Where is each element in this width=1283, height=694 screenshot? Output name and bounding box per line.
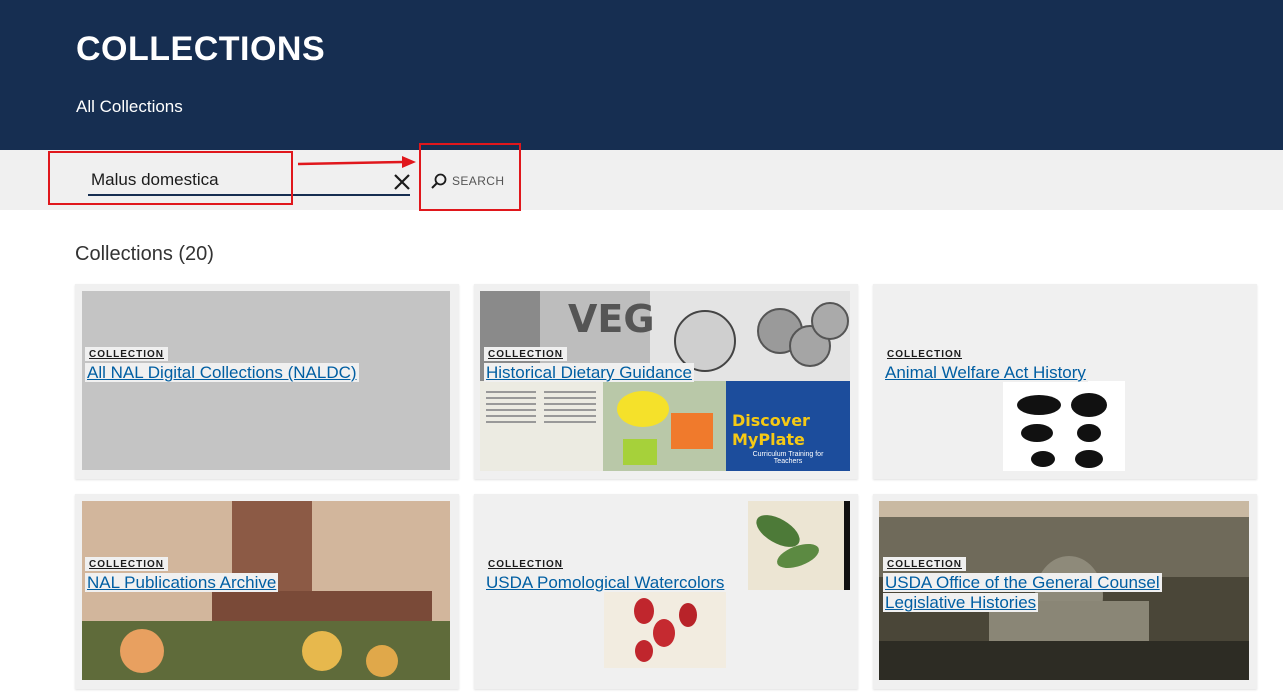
collection-title-link[interactable]: USDA Office of the General Counsel Legis… [883, 573, 1162, 612]
collection-card-naldc[interactable]: COLLECTION All NAL Digital Collections (… [75, 284, 459, 479]
clear-search-button[interactable] [392, 171, 412, 193]
search-button[interactable]: SEARCH [430, 170, 510, 192]
card-thumbnail-strawberries [604, 591, 726, 668]
collection-title-link[interactable]: All NAL Digital Collections (NALDC) [85, 363, 359, 382]
collection-tag: COLLECTION [484, 557, 567, 571]
collection-tag: COLLECTION [85, 347, 168, 361]
collection-title-link[interactable]: Historical Dietary Guidance [484, 363, 694, 382]
page-header: COLLECTIONS All Collections [0, 0, 1283, 150]
search-icon [431, 173, 447, 189]
card-thumbnail-doc [480, 381, 603, 471]
collection-card-pomological-watercolors[interactable]: COLLECTION USDA Pomological Watercolors [474, 494, 858, 689]
thumb-myplate-caption: Curriculum Training for Teachers [752, 451, 824, 465]
card-thumbnail-leaves [748, 501, 850, 590]
thumb-myplate-text: Discover MyPlate [732, 411, 810, 449]
collection-tag: COLLECTION [883, 347, 966, 361]
collection-card-dietary-guidance[interactable]: VEG Discover MyPlate Curriculum Training… [474, 284, 858, 479]
breadcrumb[interactable]: All Collections [76, 97, 183, 117]
card-thumbnail-poster [603, 381, 726, 471]
thumb-veg-text: VEG [568, 297, 655, 341]
close-icon [394, 174, 410, 190]
collection-card-publications-archive[interactable]: COLLECTION NAL Publications Archive [75, 494, 459, 689]
collection-tag: COLLECTION [883, 557, 966, 571]
card-thumbnail [1003, 381, 1125, 471]
collection-title-link[interactable]: NAL Publications Archive [85, 573, 279, 592]
collection-title-link[interactable]: USDA Pomological Watercolors [484, 573, 727, 592]
search-bar [0, 150, 1283, 210]
search-button-label: SEARCH [452, 174, 505, 188]
card-thumbnail-myplate: Discover MyPlate Curriculum Training for… [726, 381, 850, 471]
collection-card-animal-welfare[interactable]: COLLECTION Animal Welfare Act History [873, 284, 1257, 479]
collection-card-legislative-histories[interactable]: COLLECTION USDA Office of the General Co… [873, 494, 1257, 689]
collection-tag: COLLECTION [484, 347, 567, 361]
results-heading: Collections (20) [75, 243, 214, 265]
collection-tag: COLLECTION [85, 557, 168, 571]
collection-title-link[interactable]: Animal Welfare Act History [883, 363, 1088, 382]
search-input[interactable] [88, 166, 410, 196]
page-title: COLLECTIONS [76, 30, 326, 68]
